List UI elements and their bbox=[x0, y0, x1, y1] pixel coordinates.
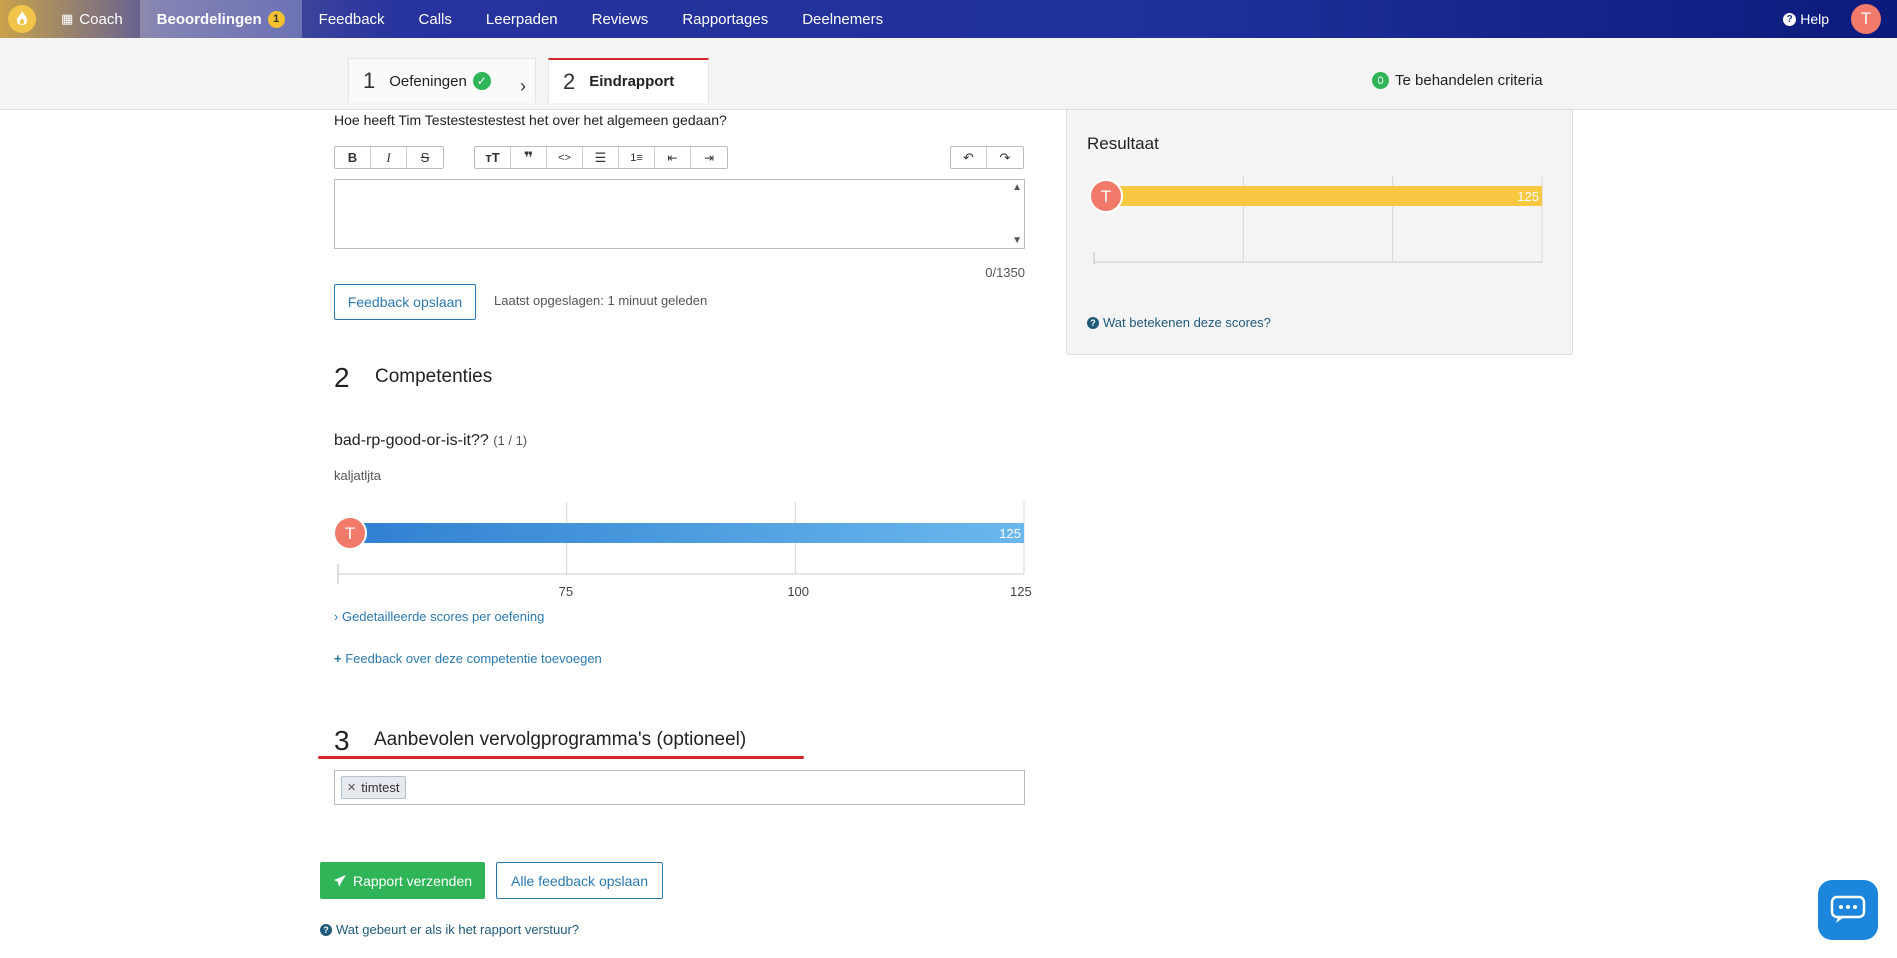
program-tag-input[interactable]: ✕ timtest bbox=[334, 770, 1025, 805]
participant-marker-initial: T bbox=[345, 524, 355, 543]
undo-icon[interactable]: ↶ bbox=[951, 147, 987, 168]
help-link[interactable]: ? Help bbox=[1783, 11, 1829, 27]
chat-bubble-icon bbox=[1830, 895, 1866, 923]
add-competency-feedback-link[interactable]: + Feedback over deze competentie toevoeg… bbox=[334, 651, 602, 666]
what-happens-link[interactable]: ? Wat gebeurt er als ik het rapport vers… bbox=[320, 922, 579, 937]
quote-icon[interactable]: ❞ bbox=[511, 147, 547, 168]
grid-icon: ▦ bbox=[61, 11, 74, 26]
heading-icon[interactable]: ᴛT bbox=[475, 147, 511, 168]
step-eindrapport[interactable]: 2 Eindrapport bbox=[548, 58, 709, 103]
plus-icon: + bbox=[334, 651, 342, 666]
competency-subtitle: kaljatljta bbox=[334, 468, 381, 483]
participant-marker-initial: T bbox=[1101, 187, 1111, 206]
step-oefeningen[interactable]: 1 Oefeningen ✓ bbox=[348, 58, 536, 103]
toolbar-group-format: B I S bbox=[334, 146, 444, 169]
criteria-status[interactable]: 0 Te behandelen criteria bbox=[1372, 72, 1543, 89]
chat-widget-button[interactable] bbox=[1818, 880, 1878, 940]
competency-score-chart: 75 100 125 125 T bbox=[333, 502, 1032, 599]
bold-icon[interactable]: B bbox=[335, 147, 371, 168]
flame-logo-icon bbox=[8, 5, 36, 33]
score-bar bbox=[1094, 186, 1542, 206]
program-tag: ✕ timtest bbox=[341, 776, 406, 799]
notification-badge: 1 bbox=[267, 10, 285, 28]
result-score-chart: 75100125125T bbox=[1089, 176, 1543, 264]
save-feedback-button[interactable]: Feedback opslaan bbox=[334, 284, 476, 320]
x-tick-label: 100 bbox=[787, 584, 809, 599]
x-tick-label: 75 bbox=[559, 584, 573, 599]
bar-value-label: 125 bbox=[999, 526, 1021, 541]
steps-bar: 1 Oefeningen ✓ 2 Eindrapport bbox=[0, 38, 1897, 110]
character-counter: 0/1350 bbox=[985, 265, 1025, 280]
chevron-right-icon: › bbox=[334, 609, 339, 624]
toolbar-group-block: ᴛT ❞ <> ☰ 1≡ ⇤ ⇥ bbox=[474, 146, 728, 169]
nav-item-reviews[interactable]: Reviews bbox=[575, 0, 666, 38]
redo-icon[interactable]: ↷ bbox=[987, 147, 1023, 168]
send-report-button[interactable]: Rapport verzenden bbox=[320, 862, 485, 899]
nav-item-deelnemers[interactable]: Deelnemers bbox=[785, 0, 900, 38]
numbered-list-icon[interactable]: 1≡ bbox=[619, 147, 655, 168]
nav-item-beoordelingen[interactable]: Beoordelingen 1 bbox=[139, 0, 302, 38]
x-tick-label: 125 bbox=[1010, 584, 1032, 599]
last-saved-text: Laatst opgeslagen: 1 minuut geleden bbox=[494, 293, 708, 308]
top-navigation: ▦ Coach Beoordelingen 1 Feedback Calls L… bbox=[0, 0, 1897, 38]
remove-tag-icon[interactable]: ✕ bbox=[347, 781, 356, 794]
save-all-feedback-button[interactable]: Alle feedback opslaan bbox=[496, 862, 663, 899]
chevron-right-icon: › bbox=[520, 76, 526, 96]
question-circle-icon: ? bbox=[1087, 316, 1099, 329]
competency-count: (1 / 1) bbox=[493, 433, 528, 448]
nav-item-rapportages[interactable]: Rapportages bbox=[665, 0, 785, 38]
result-title: Resultaat bbox=[1087, 134, 1159, 153]
detailed-scores-link[interactable]: › Gedetailleerde scores per oefening bbox=[334, 609, 544, 624]
code-icon[interactable]: <> bbox=[547, 147, 583, 168]
nav-item-feedback[interactable]: Feedback bbox=[302, 0, 402, 38]
score-meaning-link[interactable]: ? Wat betekenen deze scores? bbox=[1087, 315, 1271, 330]
strikethrough-icon[interactable]: S bbox=[407, 147, 443, 168]
app-logo[interactable] bbox=[0, 0, 44, 38]
criteria-count-badge: 0 bbox=[1372, 72, 1389, 89]
nav-item-calls[interactable]: Calls bbox=[402, 0, 469, 38]
result-panel: Resultaat 75100125125T ? Wat betekenen d… bbox=[1066, 110, 1573, 355]
paper-plane-icon bbox=[333, 874, 346, 887]
question-circle-icon: ? bbox=[1783, 12, 1797, 26]
indent-icon[interactable]: ⇥ bbox=[691, 147, 727, 168]
bullet-list-icon[interactable]: ☰ bbox=[583, 147, 619, 168]
question-circle-icon: ? bbox=[320, 923, 332, 936]
section-title-vervolgprogrammas: Aanbevolen vervolgprogramma's (optioneel… bbox=[374, 729, 747, 750]
general-feedback-question: Hoe heeft Tim Testestestestest het over … bbox=[334, 112, 727, 128]
italic-icon[interactable]: I bbox=[371, 147, 407, 168]
scroll-down-icon[interactable]: ▼ bbox=[1012, 235, 1022, 246]
toolbar-group-history: ↶ ↷ bbox=[950, 146, 1024, 169]
section-number-2: 2 bbox=[334, 362, 350, 393]
feedback-editor[interactable]: ▲ ▼ bbox=[334, 179, 1025, 249]
section-number-3: 3 bbox=[334, 725, 350, 756]
bar-value-label: 125 bbox=[1517, 189, 1539, 204]
checkmark-icon: ✓ bbox=[472, 72, 491, 90]
red-annotation-underline bbox=[318, 756, 804, 759]
section-title-competenties: Competenties bbox=[375, 366, 493, 387]
outdent-icon[interactable]: ⇤ bbox=[655, 147, 691, 168]
user-avatar[interactable]: T bbox=[1851, 4, 1881, 34]
scroll-up-icon[interactable]: ▲ bbox=[1012, 182, 1022, 193]
score-bar bbox=[338, 523, 1024, 543]
nav-item-coach[interactable]: ▦ Coach bbox=[44, 0, 140, 38]
nav-item-leerpaden[interactable]: Leerpaden bbox=[469, 0, 575, 38]
competency-title: bad-rp-good-or-is-it?? (1 / 1) bbox=[334, 432, 528, 449]
